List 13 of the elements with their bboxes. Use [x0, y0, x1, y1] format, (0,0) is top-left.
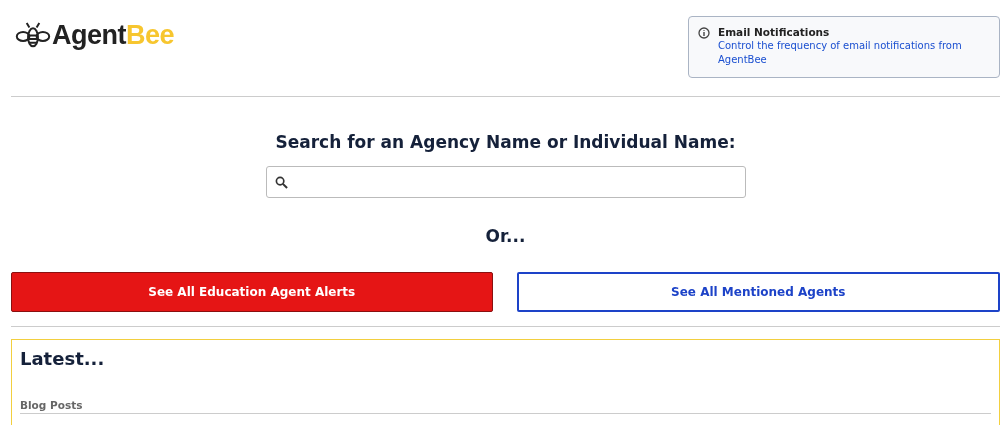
or-text: Or...: [484, 226, 527, 246]
search-heading: Search for an Agency Name or Individual Name:: [274, 132, 737, 152]
search-field[interactable]: [265, 166, 746, 198]
latest-heading: Latest...: [20, 348, 106, 369]
section-heading: Blog Posts: [20, 399, 991, 414]
search-icon: [274, 175, 288, 189]
alerts-button[interactable]: See All Education Agent Alerts: [11, 272, 493, 312]
bee-icon: [15, 22, 51, 49]
alerts-button[interactable]: See All Mentioned Agents: [516, 272, 1000, 312]
notification-link[interactable]: Control the frequency of email notifications from AgentBee: [718, 39, 990, 67]
logo-text: AgentBee: [52, 20, 175, 51]
info-icon: [698, 27, 710, 39]
notification-title: Email Notifications: [718, 25, 831, 39]
